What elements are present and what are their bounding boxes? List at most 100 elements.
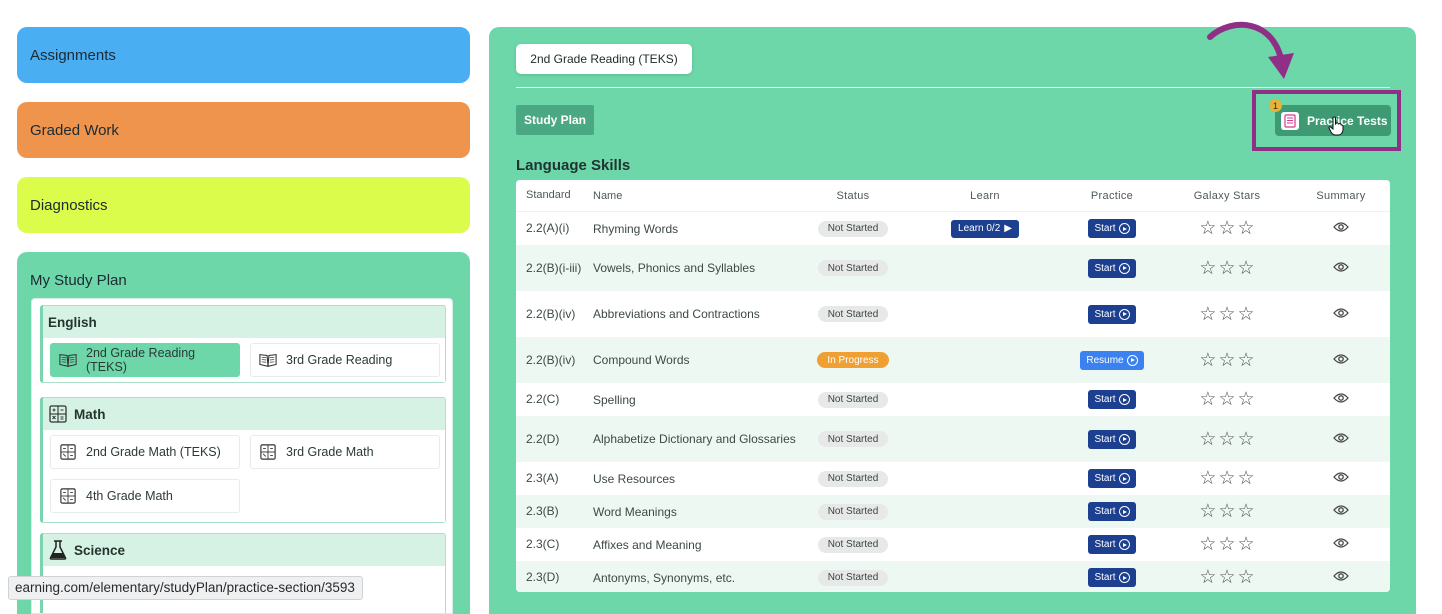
- resume-button[interactable]: Resume: [1080, 350, 1144, 370]
- star-outline-icon: ☆: [1199, 567, 1217, 588]
- star-outline-icon: ☆: [1237, 428, 1255, 450]
- study-plan-title: My Study Plan: [30, 272, 127, 289]
- galaxy-stars: ☆ ☆ ☆: [1162, 535, 1292, 554]
- graded-work-card[interactable]: Graded Work: [17, 102, 470, 158]
- flask-icon: [48, 540, 68, 560]
- column-header-name: Name: [593, 189, 623, 202]
- star-outline-icon: ☆: [1199, 428, 1217, 450]
- assignments-card[interactable]: Assignments: [17, 27, 470, 83]
- my-study-plan-panel: My Study Plan English 2nd Grade Reading …: [17, 252, 470, 614]
- standard-cell: 2.3(C): [526, 537, 560, 551]
- star-outline-icon: ☆: [1199, 501, 1217, 522]
- start-button[interactable]: Start: [1088, 219, 1136, 238]
- study-plan-button[interactable]: Study Plan: [516, 105, 594, 135]
- eye-icon[interactable]: [1333, 307, 1349, 322]
- status-badge: Not Started: [817, 391, 889, 408]
- table-row: 2.2(C) Spelling Not Started Start ☆ ☆ ☆: [516, 383, 1390, 416]
- table-row: 2.2(A)(i) Rhyming Words Not Started Learn 0…: [516, 212, 1390, 245]
- start-button[interactable]: Start: [1088, 304, 1136, 324]
- skill-name-cell: Rhyming Words: [593, 221, 679, 236]
- main-panel: 2nd Grade Reading (TEKS) Study Plan Prac…: [489, 21, 1416, 614]
- galaxy-stars: ☆ ☆ ☆: [1162, 219, 1292, 238]
- eye-icon[interactable]: [1333, 432, 1349, 447]
- star-outline-icon: ☆: [1199, 468, 1217, 489]
- eye-icon[interactable]: [1333, 570, 1349, 585]
- column-header-status: Status: [836, 189, 870, 202]
- status-bar-url: earning.com/elementary/studyPlan/practic…: [8, 576, 363, 600]
- start-button[interactable]: Start: [1088, 469, 1136, 488]
- start-button[interactable]: Start: [1088, 258, 1136, 278]
- practice-label: Resume: [1086, 354, 1124, 366]
- standard-cell: 2.2(B)(iv): [526, 352, 576, 367]
- star-outline-icon: ☆: [1218, 389, 1236, 410]
- status-badge: Not Started: [817, 220, 889, 237]
- curved-arrow-icon: [1207, 21, 1294, 79]
- play-circle-icon: [1126, 354, 1138, 366]
- diagnostics-card[interactable]: Diagnostics: [17, 177, 470, 233]
- document-icon: [1281, 111, 1299, 130]
- course-3rd-grade-math[interactable]: 3rd Grade Math: [250, 435, 440, 469]
- eye-icon[interactable]: [1333, 353, 1349, 368]
- start-button[interactable]: Start: [1088, 429, 1136, 449]
- calculator-icon: [48, 404, 68, 424]
- status-badge: Not Started: [817, 503, 889, 520]
- subject-name: Math: [74, 406, 106, 422]
- skill-name-cell: Compound Words: [593, 353, 690, 367]
- table-row: 2.3(D) Antonyms, Synonyms, etc. Not Starte…: [516, 561, 1390, 592]
- star-outline-icon: ☆: [1237, 218, 1255, 239]
- star-outline-icon: ☆: [1218, 567, 1236, 588]
- play-circle-icon: [1118, 262, 1130, 274]
- start-button[interactable]: Start: [1088, 502, 1136, 521]
- eye-icon[interactable]: [1333, 471, 1349, 486]
- subject-name: Science: [74, 542, 126, 558]
- play-circle-icon: [1118, 572, 1130, 583]
- practice-label: Start: [1094, 262, 1116, 274]
- standard-cell: 2.2(C): [526, 392, 560, 406]
- star-outline-icon: ☆: [1218, 303, 1236, 325]
- learn-button[interactable]: Learn 0/2 ▶: [951, 219, 1019, 238]
- start-button[interactable]: Start: [1088, 568, 1136, 587]
- star-outline-icon: ☆: [1237, 501, 1255, 522]
- standard-cell: 2.3(B): [526, 504, 559, 518]
- course-tab[interactable]: 2nd Grade Reading (TEKS): [516, 44, 692, 74]
- galaxy-stars: ☆ ☆ ☆: [1162, 390, 1292, 409]
- book-icon: [59, 352, 77, 368]
- eye-icon[interactable]: [1333, 537, 1349, 552]
- eye-icon[interactable]: [1333, 504, 1349, 519]
- practice-label: Start: [1094, 473, 1116, 484]
- course-3rd-grade-reading[interactable]: 3rd Grade Reading: [250, 343, 440, 377]
- subject-header-english[interactable]: English: [43, 305, 445, 338]
- course-2nd-grade-reading-teks[interactable]: 2nd Grade Reading (TEKS): [50, 343, 240, 377]
- eye-icon[interactable]: [1333, 221, 1349, 236]
- skill-name-cell: Antonyms, Synonyms, etc.: [593, 570, 736, 585]
- star-outline-icon: ☆: [1218, 257, 1236, 279]
- play-circle-icon: [1118, 433, 1130, 445]
- course-4th-grade-math[interactable]: 4th Grade Math: [50, 479, 240, 513]
- standard-cell: 2.3(D): [526, 570, 560, 584]
- section-title: Language Skills: [516, 157, 631, 174]
- star-outline-icon: ☆: [1237, 534, 1255, 555]
- star-outline-icon: ☆: [1199, 349, 1217, 371]
- table-row: 2.3(A) Use Resources Not Started Start ☆ ☆ ☆: [516, 462, 1390, 495]
- status-badge: Not Started: [817, 536, 889, 553]
- eye-icon[interactable]: [1333, 392, 1349, 407]
- subject-header-science[interactable]: Science: [43, 533, 445, 566]
- course-label: 3rd Grade Reading: [286, 353, 393, 367]
- eye-icon[interactable]: [1333, 261, 1349, 276]
- table-row: 2.2(B)(i-iii) Vowels, Phonics and Syllabl…: [516, 245, 1390, 291]
- star-outline-icon: ☆: [1199, 303, 1217, 325]
- skill-name-cell: Alphabetize Dictionary and Glossaries: [593, 432, 796, 446]
- practice-label: Start: [1094, 539, 1116, 550]
- skill-name-cell: Word Meanings: [593, 504, 677, 519]
- star-outline-icon: ☆: [1199, 218, 1217, 239]
- start-button[interactable]: Start: [1088, 390, 1136, 409]
- practice-label: Start: [1094, 506, 1116, 517]
- course-2nd-grade-math-teks[interactable]: 2nd Grade Math (TEKS): [50, 435, 240, 469]
- galaxy-stars: ☆ ☆ ☆: [1162, 305, 1292, 324]
- practice-label: Start: [1094, 394, 1116, 405]
- column-header-standard: Standard: [526, 189, 571, 201]
- standard-cell: 2.2(B)(iv): [526, 306, 576, 321]
- start-button[interactable]: Start: [1088, 535, 1136, 554]
- subject-header-math[interactable]: Math: [43, 397, 445, 430]
- star-outline-icon: ☆: [1218, 501, 1236, 522]
